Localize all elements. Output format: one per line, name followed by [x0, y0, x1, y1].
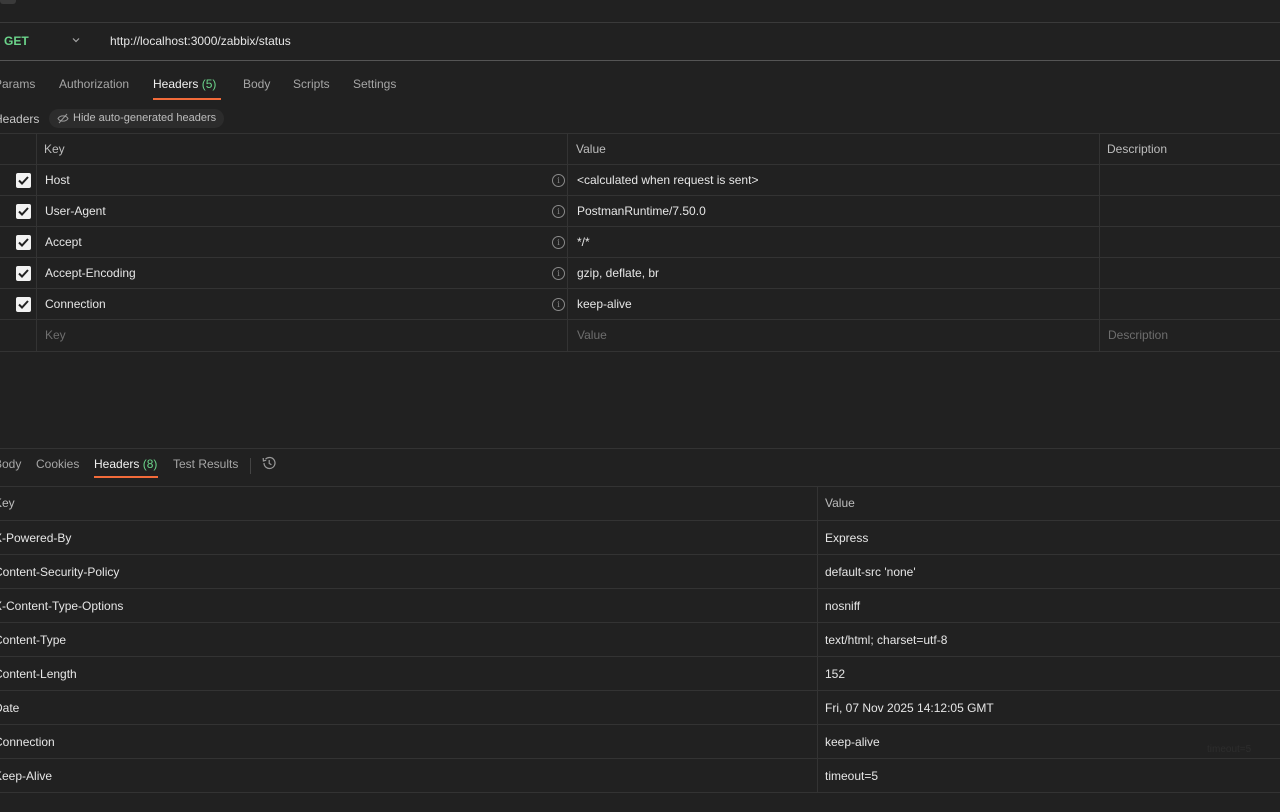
- table-row: Host i <calculated when request is sent>: [0, 164, 1280, 196]
- row-checkbox[interactable]: [16, 297, 31, 312]
- response-header-key: X-Content-Type-Options: [0, 599, 124, 613]
- header-key[interactable]: Connection: [45, 289, 106, 320]
- info-icon[interactable]: i: [552, 298, 565, 311]
- tab-headers-count: (5): [201, 77, 217, 91]
- tab-authorization[interactable]: Authorization: [59, 77, 129, 91]
- hide-auto-generated-label: Hide auto-generated headers: [73, 112, 217, 124]
- request-url-bar: GET http://localhost:3000/zabbix/status: [0, 23, 1280, 61]
- active-tab-underline: [94, 476, 158, 478]
- response-header-key: X-Powered-By: [0, 531, 72, 545]
- checkmark-icon: [18, 269, 29, 278]
- response-header-value: keep-alive: [825, 735, 880, 749]
- tab-cookies[interactable]: Cookies: [36, 457, 79, 471]
- table-row: Accept i */*: [0, 226, 1280, 258]
- response-header-value: timeout=5: [825, 769, 879, 783]
- row-checkbox[interactable]: [16, 204, 31, 219]
- tab-test-results[interactable]: Test Results: [173, 457, 238, 471]
- response-tabs: Body Cookies Headers (8) Test Results: [0, 448, 1280, 487]
- row-checkbox[interactable]: [16, 173, 31, 188]
- tab-headers-label: Headers: [153, 77, 199, 91]
- top-bar: [0, 0, 1280, 23]
- info-icon[interactable]: i: [552, 267, 565, 280]
- table-row: Content-Type text/html; charset=utf-8: [0, 623, 1280, 657]
- header-key[interactable]: Host: [45, 165, 70, 196]
- info-icon[interactable]: i: [552, 174, 565, 187]
- headers-section-label: Headers: [0, 112, 40, 126]
- column-header-value: Value: [576, 142, 606, 156]
- top-tab-stub[interactable]: [0, 0, 16, 4]
- response-header-value: Fri, 07 Nov 2025 14:12:05 GMT: [825, 701, 994, 715]
- table-header-row: Key Value: [0, 486, 1280, 521]
- header-value[interactable]: */*: [577, 227, 590, 258]
- tab-params[interactable]: Params: [0, 77, 35, 91]
- divider: [250, 458, 251, 474]
- table-header-row: Key Value Description: [0, 133, 1280, 165]
- tab-response-headers-count: (8): [142, 457, 158, 471]
- checkmark-icon: [18, 238, 29, 247]
- column-header-key: Key: [0, 496, 15, 510]
- active-tab-underline: [153, 98, 221, 100]
- table-row: Content-Length 152: [0, 657, 1280, 691]
- checkmark-icon: [18, 176, 29, 185]
- response-header-value: default-src 'none': [825, 565, 916, 579]
- tab-headers[interactable]: Headers (5): [153, 77, 216, 91]
- tab-response-headers-label: Headers: [94, 457, 140, 471]
- history-icon[interactable]: [261, 455, 277, 471]
- table-row: Date Fri, 07 Nov 2025 14:12:05 GMT: [0, 691, 1280, 725]
- info-icon[interactable]: i: [552, 205, 565, 218]
- table-row: Accept-Encoding i gzip, deflate, br: [0, 257, 1280, 289]
- response-header-key: Content-Type: [0, 633, 67, 647]
- new-key-input[interactable]: Key: [45, 320, 66, 351]
- response-header-value: 152: [825, 667, 846, 681]
- tab-body[interactable]: Body: [243, 77, 270, 91]
- response-header-key: Connection: [0, 735, 55, 749]
- hide-auto-generated-button[interactable]: Hide auto-generated headers: [49, 109, 225, 128]
- response-header-key: Date: [0, 701, 20, 715]
- header-key[interactable]: Accept: [45, 227, 82, 258]
- header-value[interactable]: <calculated when request is sent>: [577, 165, 758, 196]
- row-checkbox[interactable]: [16, 266, 31, 281]
- table-row: X-Content-Type-Options nosniff: [0, 589, 1280, 623]
- header-value[interactable]: gzip, deflate, br: [577, 258, 659, 289]
- url-input[interactable]: http://localhost:3000/zabbix/status: [110, 34, 291, 48]
- tab-response-body[interactable]: Body: [0, 457, 21, 471]
- row-checkbox[interactable]: [16, 235, 31, 250]
- response-header-value: Express: [825, 531, 869, 545]
- tab-settings[interactable]: Settings: [353, 77, 396, 91]
- tab-scripts[interactable]: Scripts: [293, 77, 330, 91]
- request-tabs: Params Authorization Headers (5) Body Sc…: [0, 60, 1280, 104]
- table-row: Connection i keep-alive: [0, 288, 1280, 320]
- table-row: X-Powered-By Express: [0, 521, 1280, 555]
- header-value[interactable]: keep-alive: [577, 289, 632, 320]
- checkmark-icon: [18, 300, 29, 309]
- table-row: Connection keep-alive: [0, 725, 1280, 759]
- response-header-key: Content-Security-Policy: [0, 565, 120, 579]
- table-row: Keep-Alive timeout=5: [0, 759, 1280, 793]
- checkmark-icon: [18, 207, 29, 216]
- header-key[interactable]: Accept-Encoding: [45, 258, 136, 289]
- header-key[interactable]: User-Agent: [45, 196, 106, 227]
- response-header-key: Keep-Alive: [0, 769, 53, 783]
- response-header-key: Content-Length: [0, 667, 77, 681]
- response-header-value: nosniff: [825, 599, 861, 613]
- column-header-key: Key: [44, 142, 65, 156]
- response-header-value: text/html; charset=utf-8: [825, 633, 948, 647]
- table-row: Content-Security-Policy default-src 'non…: [0, 555, 1280, 589]
- faded-watermark-text: timeout=5: [1207, 744, 1252, 755]
- method-select[interactable]: GET: [4, 34, 29, 48]
- info-icon[interactable]: i: [552, 236, 565, 249]
- table-row: User-Agent i PostmanRuntime/7.50.0: [0, 195, 1280, 227]
- column-header-description: Description: [1107, 142, 1168, 156]
- table-row-placeholder: Key Value Description: [0, 319, 1280, 352]
- header-value[interactable]: PostmanRuntime/7.50.0: [577, 196, 706, 227]
- new-value-input[interactable]: Value: [577, 320, 607, 351]
- column-header-value: Value: [825, 496, 855, 510]
- new-description-input[interactable]: Description: [1108, 320, 1168, 351]
- tab-response-headers[interactable]: Headers (8): [94, 457, 157, 471]
- chevron-down-icon[interactable]: [71, 35, 81, 45]
- eye-off-icon: [57, 113, 69, 124]
